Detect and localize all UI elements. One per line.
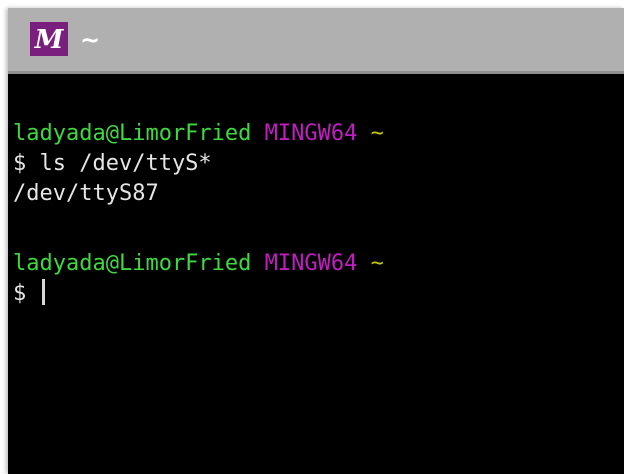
prompt-shell: MINGW64 <box>264 121 358 146</box>
prompt-line: ladyada@LimorFried MINGW64 ~ <box>13 119 384 149</box>
command-output: /dev/ttyS87 <box>13 181 159 206</box>
input-line[interactable]: $ <box>13 279 45 309</box>
terminal-output[interactable]: ladyada@LimorFried MINGW64 ~ $ ls /dev/t… <box>8 74 624 474</box>
prompt-user-host: ladyada@LimorFried <box>13 121 252 146</box>
terminal-window: M ~ ladyada@LimorFried MINGW64 ~ $ ls /d… <box>8 8 624 474</box>
icon-letter: M <box>34 25 65 55</box>
prompt-shell: MINGW64 <box>264 251 358 276</box>
prompt-path: ~ <box>370 121 384 146</box>
text-cursor <box>41 279 45 305</box>
prompt-line: ladyada@LimorFried MINGW64 ~ <box>13 249 384 279</box>
input-prompt: $ <box>13 281 40 306</box>
title-bar[interactable]: M ~ <box>8 8 624 74</box>
mingw-m-icon: M <box>30 22 68 56</box>
window-title: ~ <box>80 26 101 54</box>
prompt-path: ~ <box>370 251 384 276</box>
prompt-user-host: ladyada@LimorFried <box>13 251 252 276</box>
command-line: $ ls /dev/ttyS* <box>13 151 212 176</box>
